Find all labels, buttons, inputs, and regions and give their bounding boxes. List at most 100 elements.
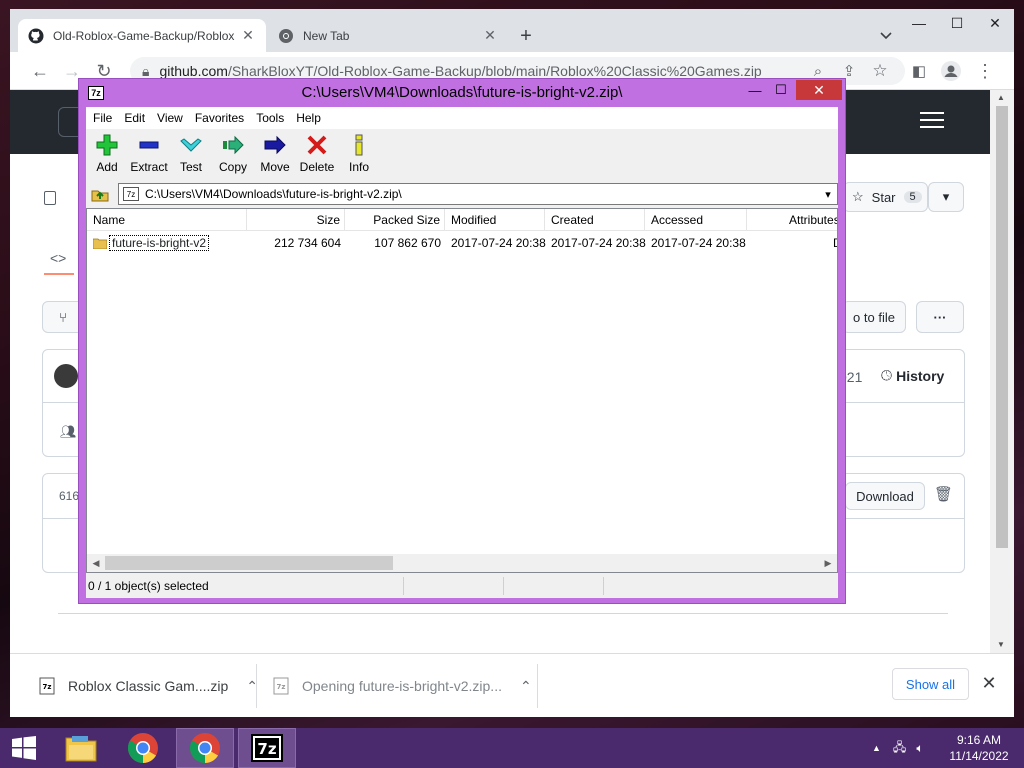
- info-button[interactable]: Info: [338, 133, 380, 177]
- column-accessed[interactable]: Accessed: [645, 209, 747, 231]
- close-downloads-icon[interactable]: ✕: [978, 672, 1000, 694]
- chevron-down-icon[interactable]: ▾: [819, 188, 837, 201]
- chevron-up-icon[interactable]: ⌃: [520, 678, 532, 695]
- bookmark-star-icon[interactable]: ☆: [867, 58, 893, 84]
- tab-github[interactable]: Old-Roblox-Game-Backup/Roblox ✕: [18, 19, 266, 52]
- close-window-button[interactable]: ✕: [976, 9, 1014, 37]
- menu-kebab-icon[interactable]: ⋮: [972, 58, 998, 84]
- star-button[interactable]: ☆ Star 5: [843, 182, 928, 212]
- tab-search-chevron-icon[interactable]: [875, 25, 897, 47]
- code-tab-icon[interactable]: <>: [50, 250, 66, 266]
- row-packed-size: 107 862 670: [374, 236, 441, 250]
- column-packed-size[interactable]: Packed Size: [345, 209, 445, 231]
- 7zip-address-row: 7z C:\Users\VM4\Downloads\future-is-brig…: [86, 181, 838, 207]
- system-tray: ▲ 🖧︎ 🔈︎: [872, 728, 924, 768]
- back-button[interactable]: ←: [27, 58, 53, 84]
- show-all-button[interactable]: Show all: [892, 668, 969, 700]
- table-row[interactable]: future-is-bright-v2 212 734 604 107 862 …: [87, 232, 837, 252]
- star-dropdown-button[interactable]: ▾: [928, 182, 964, 212]
- 7zip-window: 7z C:\Users\VM4\Downloads\future-is-brig…: [78, 78, 846, 604]
- 7zip-titlebar[interactable]: 7z C:\Users\VM4\Downloads\future-is-brig…: [79, 79, 845, 107]
- archive-icon: 7z: [123, 187, 139, 201]
- row-size: 212 734 604: [274, 236, 341, 250]
- column-name[interactable]: Name: [87, 209, 247, 231]
- history-link[interactable]: 🕓︎ History: [881, 367, 944, 384]
- column-size[interactable]: Size: [247, 209, 345, 231]
- go-to-file-button[interactable]: o to file: [842, 301, 906, 333]
- 7zip-close-button[interactable]: ✕: [796, 80, 842, 100]
- 7zip-menubar: File Edit View Favorites Tools Help: [86, 107, 838, 129]
- column-modified[interactable]: Modified: [445, 209, 545, 231]
- menu-edit[interactable]: Edit: [123, 111, 151, 125]
- move-button[interactable]: Move: [254, 133, 296, 177]
- column-attributes[interactable]: Attributes: [747, 209, 837, 231]
- row-name-cell: future-is-bright-v2: [93, 235, 210, 251]
- taskbar-chrome[interactable]: [114, 728, 172, 768]
- minimize-button[interactable]: —: [900, 9, 938, 37]
- menu-view[interactable]: View: [156, 111, 189, 125]
- copy-button[interactable]: Copy: [212, 133, 254, 177]
- start-button[interactable]: [0, 728, 48, 768]
- close-tab-icon[interactable]: ✕: [240, 27, 256, 44]
- download-button[interactable]: Download: [845, 482, 925, 510]
- clock-date: 11/14/2022: [949, 749, 1009, 763]
- volume-icon[interactable]: 🔈︎: [916, 741, 923, 756]
- svg-text:7z: 7z: [277, 683, 286, 691]
- 7zip-maximize-button[interactable]: ☐: [769, 80, 793, 100]
- tray-expand-icon[interactable]: ▲: [872, 743, 881, 753]
- 7zip-address-bar[interactable]: 7z C:\Users\VM4\Downloads\future-is-brig…: [118, 183, 838, 205]
- star-count: 5: [903, 191, 922, 203]
- info-label: Info: [348, 160, 369, 174]
- trash-icon[interactable]: 🗑︎: [934, 485, 953, 503]
- tab-new-tab[interactable]: New Tab ✕: [268, 19, 508, 52]
- 7zip-minimize-button[interactable]: —: [743, 80, 767, 100]
- code-tab-underline: [44, 273, 74, 275]
- folder-up-icon[interactable]: [90, 184, 110, 204]
- url-path: /SharkBloxYT/Old-Roblox-Game-Backup/blob…: [227, 63, 762, 79]
- scroll-left-icon[interactable]: ◀: [87, 554, 105, 572]
- taskbar-file-explorer[interactable]: [52, 728, 110, 768]
- chrome-icon: [278, 28, 294, 44]
- scroll-right-icon[interactable]: ▶: [819, 554, 837, 572]
- maximize-button[interactable]: ☐: [938, 9, 976, 37]
- download-item-future[interactable]: 7z Opening future-is-bright-v2.zip... ⌃: [272, 666, 532, 706]
- test-button[interactable]: Test: [170, 133, 212, 177]
- menu-file[interactable]: File: [92, 111, 118, 125]
- history-label: History: [896, 367, 945, 384]
- more-options-button[interactable]: ···: [916, 301, 964, 333]
- url-host: github.com: [159, 63, 228, 79]
- new-tab-button[interactable]: +: [515, 25, 537, 47]
- delete-label: Delete: [299, 160, 335, 174]
- history-clock-icon: 🕓︎: [881, 367, 893, 383]
- delete-icon: [305, 133, 329, 157]
- network-icon[interactable]: 🖧︎: [893, 738, 906, 759]
- page-scrollbar[interactable]: ▲ ▼: [990, 90, 1014, 653]
- close-tab-icon[interactable]: ✕: [482, 27, 498, 44]
- download-item-roblox[interactable]: 7z Roblox Classic Gam....zip ⌃: [38, 666, 258, 706]
- taskbar-7zip[interactable]: 7z: [238, 728, 296, 768]
- taskbar-chrome-active[interactable]: [176, 728, 234, 768]
- side-panel-icon[interactable]: ◧: [906, 58, 932, 84]
- 7zip-file-list: Name Size Packed Size Modified Created A…: [86, 208, 838, 573]
- hamburger-menu-icon[interactable]: [920, 112, 944, 130]
- profile-avatar-icon[interactable]: [938, 58, 964, 84]
- row-accessed: 2017-07-24 20:38: [651, 236, 746, 250]
- column-created[interactable]: Created: [545, 209, 645, 231]
- extract-button[interactable]: Extract: [128, 133, 170, 177]
- delete-button[interactable]: Delete: [296, 133, 338, 177]
- menu-help[interactable]: Help: [295, 111, 327, 125]
- horizontal-scrollbar[interactable]: ◀ ▶: [87, 554, 837, 572]
- clock[interactable]: 9:16 AM 11/14/2022: [944, 732, 1014, 764]
- menu-tools[interactable]: Tools: [255, 111, 290, 125]
- menu-favorites[interactable]: Favorites: [194, 111, 250, 125]
- download-label: Download: [856, 488, 914, 504]
- star-icon: ☆: [852, 189, 864, 204]
- horizontal-scrollbar-thumb[interactable]: [105, 556, 393, 570]
- chrome-icon: [127, 733, 158, 763]
- add-button[interactable]: Add: [86, 133, 128, 177]
- avatar[interactable]: [54, 364, 78, 388]
- github-icon: [28, 28, 44, 44]
- extract-label: Extract: [130, 160, 168, 174]
- add-label: Add: [96, 160, 118, 174]
- page-scrollbar-thumb[interactable]: [996, 106, 1008, 548]
